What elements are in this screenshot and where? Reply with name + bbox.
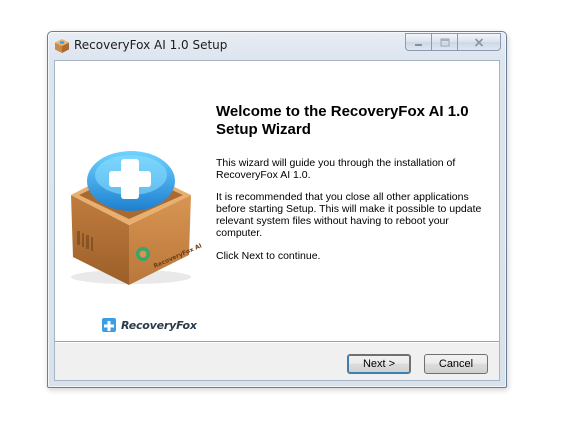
title-bar[interactable]: RecoveryFox AI 1.0 Setup: [48, 32, 506, 60]
continue-instruction: Click Next to continue.: [216, 250, 321, 262]
close-button[interactable]: [457, 33, 501, 51]
welcome-panel: RecoveryFox AI RecoveryFox Welcome to th…: [55, 61, 499, 341]
intro-text: This wizard will guide you through the i…: [216, 157, 456, 181]
maximize-icon: [439, 37, 450, 47]
next-button[interactable]: Next >: [347, 354, 411, 374]
recommendation-text: It is recommended that you close all oth…: [216, 191, 482, 239]
cancel-button[interactable]: Cancel: [424, 354, 488, 374]
minimize-icon: [415, 43, 422, 46]
installer-box-illustration: RecoveryFox AI: [71, 151, 203, 285]
window-title: RecoveryFox AI 1.0 Setup: [74, 38, 228, 52]
minimize-button[interactable]: [405, 33, 431, 51]
close-icon: [474, 37, 484, 47]
box-icon: [55, 39, 69, 53]
brand-logo: RecoveryFox: [102, 318, 197, 332]
brand-name: RecoveryFox: [121, 318, 197, 332]
plus-logo-icon: [102, 318, 116, 332]
client-area: RecoveryFox AI RecoveryFox Welcome to th…: [54, 60, 500, 381]
caption-buttons: [405, 33, 501, 51]
separator: [55, 341, 499, 343]
maximize-button[interactable]: [431, 33, 457, 51]
setup-window: RecoveryFox AI 1.0 Setup RecoveryFox AI …: [47, 31, 507, 388]
page-title: Welcome to the RecoveryFox AI 1.0 Setup …: [216, 103, 469, 138]
